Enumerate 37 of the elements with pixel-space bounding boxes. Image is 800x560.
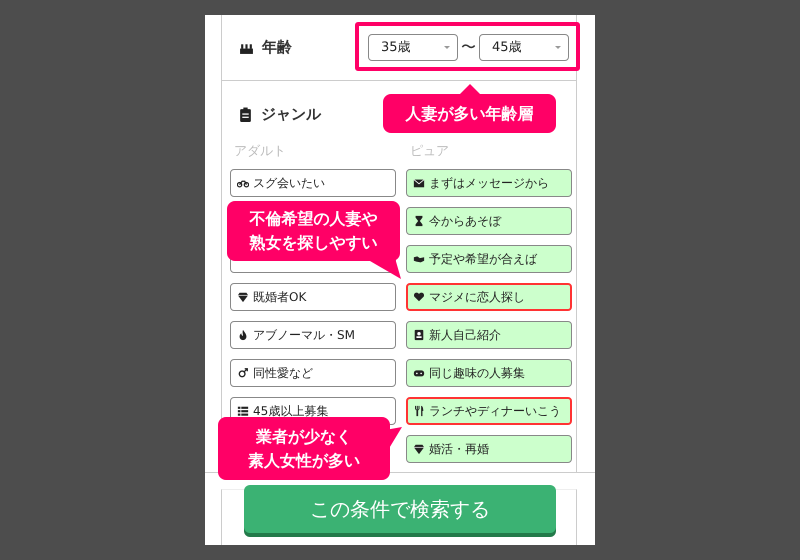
hourglass-icon	[413, 215, 425, 227]
clipboard-icon	[238, 106, 253, 122]
cutlery-icon	[413, 405, 425, 417]
genre-button[interactable]: アブノーマル・SM	[230, 321, 396, 349]
genre-button[interactable]: 婚活・再婚	[406, 435, 572, 463]
genre-button[interactable]: 同じ趣味の人募集	[406, 359, 572, 387]
callout-text: 不倫希望の人妻や	[250, 208, 378, 230]
column-heading: アダルト	[233, 142, 287, 160]
id-badge-icon	[413, 329, 425, 341]
callout-text: 素人女性が多い	[248, 450, 360, 472]
genre-button[interactable]: 新人自己紹介	[406, 321, 572, 349]
column-heading: ピュア	[409, 142, 450, 160]
caret-icon	[554, 44, 562, 51]
range-separator: 〜	[461, 37, 476, 58]
age-to-select[interactable]: 45歳	[479, 34, 569, 61]
genre-label: ジャンル	[261, 104, 321, 125]
age-label: 年齢	[262, 37, 292, 58]
heart-icon	[413, 291, 425, 303]
callout-text: 人妻が多い年齢層	[406, 102, 534, 124]
genre-button[interactable]: マジメに恋人探し	[406, 283, 572, 311]
genre-button[interactable]: 既婚者OK	[230, 283, 396, 311]
genre-button[interactable]: スグ会いたい	[230, 169, 396, 197]
age-from-select[interactable]: 35歳	[368, 34, 458, 61]
genre-button[interactable]: 同性愛など	[230, 359, 396, 387]
genre-button[interactable]: 予定や希望が合えば	[406, 245, 572, 273]
genre-button[interactable]: ランチやディナーいこう	[406, 397, 572, 425]
genre-button[interactable]: まずはメッセージから	[406, 169, 572, 197]
list-icon	[237, 405, 249, 417]
callout-text: 業者が少なく	[256, 426, 352, 448]
callout-text: 熟女を探しやすい	[250, 232, 378, 254]
flame-icon	[237, 329, 249, 341]
diamond-icon	[413, 443, 425, 455]
caret-icon	[443, 44, 451, 51]
diamond-icon	[237, 291, 249, 303]
gender-icon	[237, 367, 249, 379]
genre-button[interactable]: 今からあそぼ	[406, 207, 572, 235]
envelope-icon	[413, 177, 425, 189]
